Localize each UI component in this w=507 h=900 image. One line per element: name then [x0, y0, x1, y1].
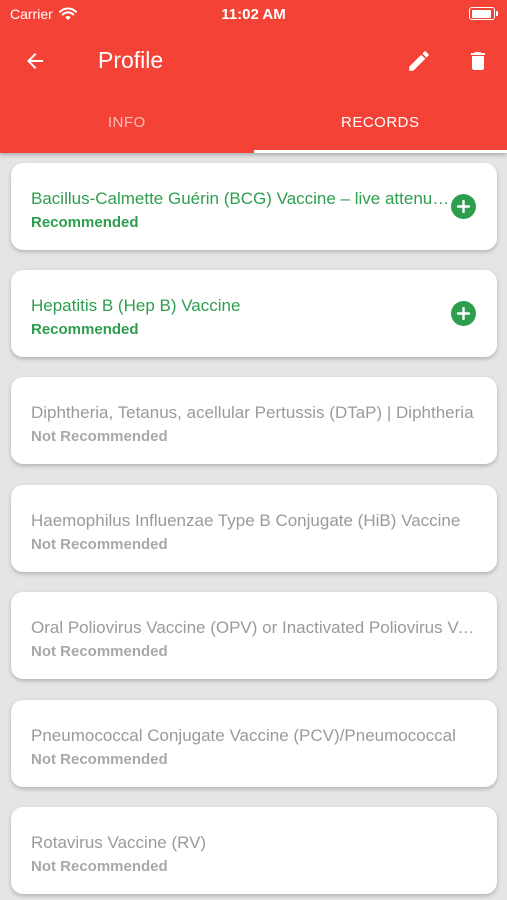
page-title: Profile	[98, 47, 164, 73]
record-name: Oral Poliovirus Vaccine (OPV) or Inactiv…	[31, 618, 481, 637]
add-record-button[interactable]	[451, 301, 476, 326]
record-name: Diphtheria, Tetanus, acellular Pertussis…	[31, 403, 474, 422]
pencil-icon	[409, 51, 429, 71]
tab-records[interactable]: RECORDS	[253, 98, 507, 153]
record-card-hib[interactable]: Haemophilus Influenzae Type B Conjugate …	[11, 485, 497, 572]
tab-info[interactable]: INFO	[0, 98, 254, 153]
record-name: Rotavirus Vaccine (RV)	[31, 833, 207, 852]
record-name: Hepatitis B (Hep B) Vaccine	[31, 296, 241, 315]
back-button[interactable]	[20, 46, 50, 76]
delete-button[interactable]	[463, 46, 493, 76]
record-status: Not Recommended	[31, 858, 168, 875]
record-card-pcv[interactable]: Pneumococcal Conjugate Vaccine (PCV)/Pne…	[11, 700, 497, 787]
record-name: Haemophilus Influenzae Type B Conjugate …	[31, 511, 461, 530]
record-status: Not Recommended	[31, 428, 168, 445]
status-time: 11:02 AM	[221, 6, 286, 23]
app-header: Carrier 11:02 AM Profile INFO RECORDS	[0, 0, 507, 153]
record-card-dtap[interactable]: Diphtheria, Tetanus, acellular Pertussis…	[11, 377, 497, 464]
record-card-rv[interactable]: Rotavirus Vaccine (RV) Not Recommended	[11, 807, 497, 894]
status-bar: Carrier 11:02 AM	[0, 0, 507, 28]
record-card-bcg[interactable]: Bacillus-Calmette Guérin (BCG) Vaccine –…	[11, 163, 497, 250]
plus-icon	[457, 200, 470, 213]
arrow-left-icon	[27, 53, 43, 69]
edit-button[interactable]	[404, 46, 434, 76]
add-record-button[interactable]	[451, 194, 476, 219]
records-list: Bacillus-Calmette Guérin (BCG) Vaccine –…	[0, 153, 507, 900]
record-status: Not Recommended	[31, 536, 168, 553]
tab-bar: INFO RECORDS	[0, 98, 507, 153]
plus-icon	[457, 307, 470, 320]
record-card-opv[interactable]: Oral Poliovirus Vaccine (OPV) or Inactiv…	[11, 592, 497, 679]
record-status: Recommended	[31, 214, 139, 231]
battery-icon	[469, 7, 498, 20]
record-name: Pneumococcal Conjugate Vaccine (PCV)/Pne…	[31, 726, 456, 745]
record-status: Not Recommended	[31, 751, 168, 768]
toolbar: Profile	[0, 36, 507, 86]
record-status: Not Recommended	[31, 643, 168, 660]
trash-icon	[471, 52, 485, 70]
record-status: Recommended	[31, 321, 139, 338]
record-card-hepb[interactable]: Hepatitis B (Hep B) Vaccine Recommended	[11, 270, 497, 357]
record-name: Bacillus-Calmette Guérin (BCG) Vaccine –…	[31, 189, 451, 208]
